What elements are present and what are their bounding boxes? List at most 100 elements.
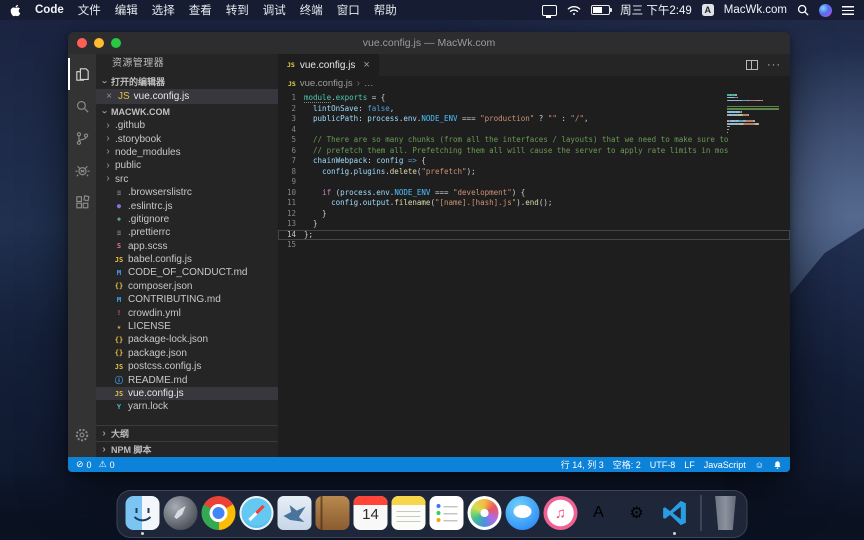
wifi-icon[interactable] — [567, 5, 581, 16]
search-icon[interactable] — [68, 90, 96, 122]
dock-vscode-icon[interactable] — [658, 496, 692, 530]
folder-item[interactable]: ›src — [96, 173, 278, 186]
code-line[interactable]: 3 publicPath: process.env.NODE_ENV === "… — [278, 114, 790, 125]
sidebar-section[interactable]: ›NPM 脚本 — [96, 441, 278, 457]
display-icon[interactable] — [542, 5, 557, 16]
project-section[interactable]: › MACWK.COM — [96, 104, 278, 119]
open-editors-section[interactable]: › 打开的编辑器 — [96, 74, 278, 89]
menu-clock[interactable]: 周三 下午2:49 — [620, 2, 692, 18]
cursor-position[interactable]: 行 14, 列 3 — [561, 458, 604, 471]
file-item[interactable]: ★LICENSE — [96, 320, 278, 333]
app-menu[interactable]: Code — [35, 4, 64, 16]
dock-calendar-icon[interactable]: 14 — [354, 496, 388, 530]
maximize-window-button[interactable] — [111, 38, 121, 48]
tab-vue-config-js[interactable]: JS vue.config.js × — [278, 54, 380, 76]
eol-sequence[interactable]: LF — [684, 460, 695, 470]
dock-finder-icon[interactable] — [126, 496, 160, 530]
folder-item[interactable]: ›.github — [96, 119, 278, 132]
file-item[interactable]: {}composer.json — [96, 280, 278, 293]
code-line[interactable]: 10 if (process.env.NODE_ENV === "develop… — [278, 188, 790, 199]
code-line[interactable]: 6 // prefetch them all. Prefetching them… — [278, 146, 790, 157]
menu-item[interactable]: 文件 — [78, 2, 101, 18]
code-line[interactable]: 8 config.plugins.delete("prefetch"); — [278, 167, 790, 178]
battery-icon[interactable] — [591, 5, 610, 15]
folder-item[interactable]: ›node_modules — [96, 146, 278, 159]
title-bar[interactable]: vue.config.js — MacWk.com — [68, 32, 790, 54]
file-item[interactable]: ≡.browserslistrc — [96, 186, 278, 199]
feedback-smiley-icon[interactable]: ☺ — [755, 460, 764, 470]
menu-item[interactable]: 转到 — [226, 2, 249, 18]
file-item[interactable]: !crowdin.yml — [96, 306, 278, 319]
dock-trash-icon[interactable] — [713, 496, 739, 530]
open-editor-item[interactable]: ×JSvue.config.js — [96, 89, 278, 104]
menu-item[interactable]: 编辑 — [115, 2, 138, 18]
debug-icon[interactable] — [68, 154, 96, 186]
dock-launchpad-icon[interactable] — [164, 496, 198, 530]
code-line[interactable]: 2 lintOnSave: false, — [278, 104, 790, 115]
file-item[interactable]: ≡.prettierrc — [96, 226, 278, 239]
problems-indicator[interactable]: ⊘0 ⚠0 — [76, 459, 115, 470]
menu-item[interactable]: 窗口 — [337, 2, 360, 18]
source-control-icon[interactable] — [68, 122, 96, 154]
file-item[interactable]: ●.eslintrc.js — [96, 199, 278, 212]
file-item[interactable]: Sapp.scss — [96, 240, 278, 253]
close-editor-icon[interactable]: × — [104, 91, 114, 102]
file-item[interactable]: {}package.json — [96, 347, 278, 360]
indentation[interactable]: 空格: 2 — [613, 458, 641, 471]
code-line[interactable]: 9 — [278, 177, 790, 188]
settings-gear-icon[interactable] — [68, 419, 96, 451]
menu-item[interactable]: 帮助 — [374, 2, 397, 18]
encoding[interactable]: UTF-8 — [650, 460, 676, 470]
dock-photos-icon[interactable] — [468, 496, 502, 530]
code-line[interactable]: 4 — [278, 125, 790, 136]
close-tab-icon[interactable]: × — [363, 59, 369, 71]
file-item[interactable]: JSpostcss.config.js — [96, 360, 278, 373]
spotlight-icon[interactable] — [797, 4, 809, 16]
minimap[interactable] — [727, 94, 781, 134]
dock-reminders-icon[interactable] — [430, 496, 464, 530]
file-item[interactable]: ⓘREADME.md — [96, 373, 278, 386]
input-source-icon[interactable]: A — [702, 4, 714, 16]
file-item[interactable]: JSvue.config.js — [96, 387, 278, 400]
dock-chrome-icon[interactable] — [202, 496, 236, 530]
menu-item[interactable]: 选择 — [152, 2, 175, 18]
file-item[interactable]: MCONTRIBUTING.md — [96, 293, 278, 306]
code-line[interactable]: 11 config.output.filename("[name].[hash]… — [278, 198, 790, 209]
menu-item[interactable]: 调试 — [263, 2, 286, 18]
menu-item[interactable]: 查看 — [189, 2, 212, 18]
code-line[interactable]: 12 } — [278, 209, 790, 220]
code-line[interactable]: 1module.exports = { — [278, 93, 790, 104]
code-line[interactable]: 5 // There are so many chunks (from all … — [278, 135, 790, 146]
split-editor-icon[interactable] — [746, 60, 758, 70]
dock-messages-icon[interactable] — [506, 496, 540, 530]
folder-item[interactable]: ›.storybook — [96, 132, 278, 145]
dock-safari-icon[interactable] — [240, 496, 274, 530]
minimize-window-button[interactable] — [94, 38, 104, 48]
code-line[interactable]: 15 — [278, 240, 790, 251]
file-item[interactable]: Yyarn.lock — [96, 400, 278, 413]
code-line[interactable]: 14}; — [278, 230, 790, 241]
sidebar-section[interactable]: ›大纲 — [96, 425, 278, 441]
menu-item[interactable]: 终端 — [300, 2, 323, 18]
file-item[interactable]: JSbabel.config.js — [96, 253, 278, 266]
notification-center-icon[interactable] — [842, 6, 854, 15]
extensions-icon[interactable] — [68, 186, 96, 218]
apple-menu-icon[interactable] — [10, 4, 21, 17]
more-actions-icon[interactable]: ··· — [767, 59, 781, 71]
file-item[interactable]: MCODE_OF_CONDUCT.md — [96, 266, 278, 279]
dock-contacts-icon[interactable] — [316, 496, 350, 530]
code-editor[interactable]: 1module.exports = {2 lintOnSave: false,3… — [278, 91, 790, 457]
breadcrumb[interactable]: JS vue.config.js › … — [278, 76, 790, 91]
code-line[interactable]: 13 } — [278, 219, 790, 230]
dock-app-store-icon[interactable]: A — [582, 496, 616, 530]
dock-system-preferences-icon[interactable]: ⚙ — [620, 496, 654, 530]
dock-mail-icon[interactable] — [278, 496, 312, 530]
language-mode[interactable]: JavaScript — [704, 460, 746, 470]
close-window-button[interactable] — [77, 38, 87, 48]
file-item[interactable]: ◆.gitignore — [96, 213, 278, 226]
dock-itunes-icon[interactable]: ♫ — [544, 496, 578, 530]
code-line[interactable]: 7 chainWebpack: config => { — [278, 156, 790, 167]
siri-icon[interactable] — [819, 4, 832, 17]
explorer-icon[interactable] — [68, 58, 96, 90]
folder-item[interactable]: ›public — [96, 159, 278, 172]
